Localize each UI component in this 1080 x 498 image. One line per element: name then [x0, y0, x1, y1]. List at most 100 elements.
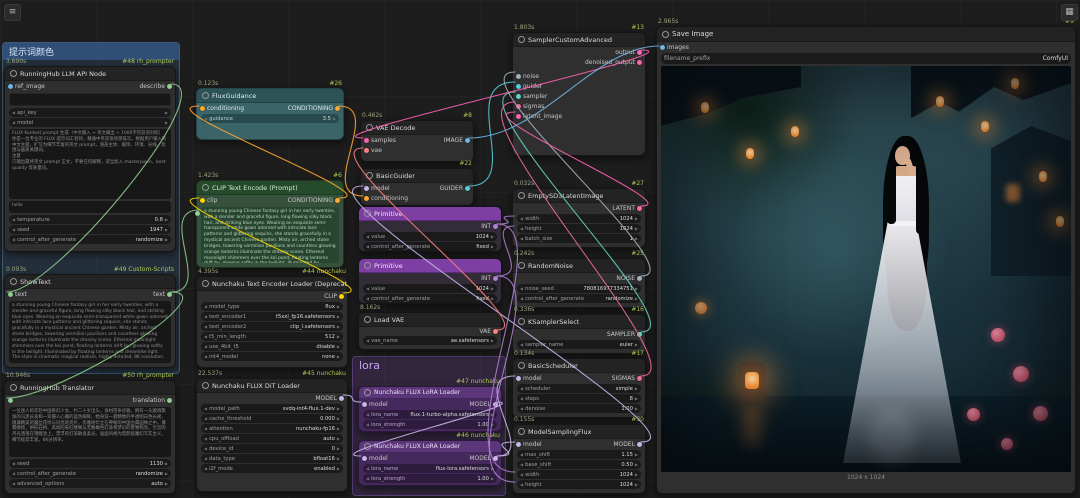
output-translation[interactable]: translation [133, 397, 172, 404]
node-header[interactable]: Nunchaku FLUX LoRA Loader [359, 387, 501, 399]
output-conditioning[interactable]: CONDITIONING [288, 105, 340, 112]
input-model[interactable]: model [516, 375, 542, 382]
node-header[interactable]: ModelSamplingFlux [513, 425, 645, 439]
node-header[interactable]: SamplerCustomAdvanced [513, 33, 645, 47]
input-conditioning[interactable]: conditioning [200, 105, 244, 112]
widget-advanced-options[interactable]: advanced_optionsauto [9, 479, 171, 488]
collapse-icon[interactable] [366, 172, 373, 179]
node-editor-canvas[interactable]: ≡ ▦ 提示词颜色 lora 3.690s #48 rh_prompter Run… [0, 0, 1080, 498]
widget-i2f-mode[interactable]: i2f_modeenabled [201, 464, 343, 473]
output-model[interactable]: MODEL [315, 395, 344, 402]
output-denoised-output[interactable]: denoised_output [585, 59, 642, 66]
node-vae-decode[interactable]: 0.462s #8 VAE Decode samples IMAGE vae [360, 112, 474, 162]
node-runninghub-translator[interactable]: 10.946s #50 rh_prompter RunningHub Transl… [4, 372, 176, 494]
collapse-icon[interactable] [364, 389, 371, 396]
collapse-icon[interactable] [10, 278, 17, 285]
node-ksampler-select[interactable]: 0.336s#16 KSamplerSelect SAMPLER sampler… [512, 306, 646, 354]
node-header[interactable]: Nunchaku FLUX DiT Loader [197, 379, 347, 393]
node-header[interactable]: EmptySD3LatentImage [513, 189, 645, 203]
widget-lora-name[interactable]: lora_nameflux-lora.safetensors [363, 464, 497, 473]
input-latent-image[interactable]: latent_image [516, 113, 562, 120]
widget-t5-min-length[interactable]: t5_min_length512 [201, 332, 343, 341]
widget-denoise[interactable]: denoise1.00 [517, 404, 641, 413]
widget-control-after-generate[interactable]: control_after_generaterandomize [9, 235, 171, 244]
output-latent[interactable]: LATENT [612, 205, 642, 212]
menu-toggle-icon[interactable]: ≡ [4, 4, 21, 21]
node-save-image[interactable]: 2.965s #9 Save Image images filename_pref… [656, 18, 1076, 494]
widget-use-4bit-t5[interactable]: use_4bit_t5disable [201, 342, 343, 351]
widget-value[interactable]: value1024 [363, 232, 497, 241]
node-showtext[interactable]: 0.093s #49 Custom-Scripts ShowText text t… [4, 266, 176, 368]
node-header[interactable]: RunningHub Translator [5, 381, 175, 395]
node-lora-loader-1[interactable]: #47 nunchaku Nunchaku FLUX LoRA Loader m… [358, 378, 502, 432]
node-header[interactable]: CLIP Text Encode (Prompt) [197, 181, 343, 195]
output-describe[interactable]: describe [139, 83, 172, 90]
widget-value[interactable]: value1024 [363, 284, 497, 293]
widget-device-id[interactable]: device_id0 [201, 444, 343, 453]
node-header[interactable]: ShowText [5, 275, 175, 289]
input-samples[interactable]: samples [364, 137, 396, 144]
widget-control-after-generate[interactable]: control_after_generatefixed [363, 294, 497, 303]
widget-control-after-generate[interactable]: control_after_generatefixed [363, 242, 497, 251]
widget-sampler-name[interactable]: sampler_nameeuler [517, 340, 641, 349]
widget-batch-size[interactable]: batch_size1 [517, 234, 641, 243]
node-primitive-width[interactable]: Primitive INT value1024 control_after_ge… [358, 206, 502, 252]
input-noise[interactable]: noise [516, 73, 539, 80]
widget-model-type[interactable]: model_typeflux [201, 302, 343, 311]
api-key-input[interactable] [9, 93, 171, 106]
widget-lora-strength[interactable]: lora_strength1.00 [363, 420, 497, 429]
node-header[interactable]: Primitive [359, 207, 501, 221]
collapse-icon[interactable] [202, 92, 209, 99]
collapse-icon[interactable] [364, 316, 371, 323]
output-clip[interactable]: CLIP [324, 293, 344, 300]
widget-cpu-offload[interactable]: cpu_offloadauto [201, 434, 343, 443]
user-prompt-textarea[interactable]: hello [9, 201, 171, 213]
widget-text-encoder2[interactable]: text_encoder2clip_l.safetensors [201, 322, 343, 331]
widget-vae-name[interactable]: vae_nameae.safetensors [363, 336, 497, 345]
panel-toggle-icon[interactable]: ▦ [1061, 4, 1078, 21]
node-primitive-height[interactable]: Primitive INT value1024 control_after_ge… [358, 258, 502, 304]
input-text[interactable] [195, 211, 200, 216]
collapse-icon[interactable] [364, 262, 371, 269]
widget-api-key[interactable]: api_key [9, 108, 171, 117]
node-header[interactable]: KSamplerSelect [513, 315, 645, 329]
node-sampler-custom-advanced[interactable]: 1.803s #13 SamplerCustomAdvanced output d… [512, 24, 646, 156]
collapse-icon[interactable] [364, 443, 371, 450]
node-header[interactable]: Load VAE [359, 313, 501, 327]
node-lora-loader-2[interactable]: #46 nunchaku Nunchaku FLUX LoRA Loader m… [358, 432, 502, 486]
group-title[interactable]: 提示词颜色 [3, 43, 179, 60]
widget-noise-seed[interactable]: noise_seed780816977334751 [517, 284, 641, 293]
node-header[interactable]: FluxGuidance [197, 89, 343, 103]
widget-cache-threshold[interactable]: cache_threshold0.000 [201, 414, 343, 423]
node-header[interactable]: Nunchaku FLUX LoRA Loader [359, 441, 501, 453]
widget-filename-prefix[interactable]: filename_prefix ComfyUI [661, 53, 1071, 64]
node-basicguider[interactable]: #22 BasicGuider model GUIDER conditionin… [360, 160, 474, 206]
translation-textarea[interactable]: 一位迷人的年轻中国奇幻少女，约二十岁出头，身材苗条优雅，拥有一头顺滑飘逸的乌黑长… [9, 407, 171, 457]
node-header[interactable]: BasicScheduler [513, 359, 645, 373]
input-model[interactable]: model [362, 455, 388, 462]
widget-model[interactable]: model [9, 118, 171, 127]
collapse-icon[interactable] [518, 262, 525, 269]
widget-seed[interactable]: seed1947 [9, 225, 171, 234]
output-sampler[interactable]: SAMPLER [607, 331, 642, 338]
widget-control-after-generate[interactable]: control_after_generaterandomize [9, 469, 171, 478]
widget-attention[interactable]: attentionnunchaku-fp16 [201, 424, 343, 433]
output-model[interactable]: MODEL [613, 441, 642, 448]
input-model[interactable]: model [364, 185, 390, 192]
output-output[interactable]: output [615, 49, 642, 56]
widget-seed[interactable]: seed1130 [9, 459, 171, 468]
system-prompt-textarea[interactable]: FLUX Kontext prompt 生成（中文输入 → 英文输出 + 100… [9, 129, 171, 199]
widget-height[interactable]: height1024 [517, 224, 641, 233]
input-ref-image[interactable]: ref_image [8, 83, 45, 90]
collapse-icon[interactable] [518, 192, 525, 199]
node-header[interactable]: VAE Decode [361, 121, 473, 135]
input-clip[interactable]: clip [200, 197, 217, 204]
output-model[interactable]: MODEL [469, 401, 498, 408]
node-header[interactable]: Primitive [359, 259, 501, 273]
node-header[interactable]: Save Image [657, 27, 1075, 42]
output-sigmas[interactable]: SIGMAS [612, 375, 642, 382]
widget-int4-model[interactable]: int4_modelnone [201, 352, 343, 361]
prompt-textarea[interactable]: a stunning young Chinese fantasy girl in… [201, 207, 339, 263]
widget-height[interactable]: height1024 [517, 480, 641, 489]
input-model[interactable]: model [362, 401, 388, 408]
